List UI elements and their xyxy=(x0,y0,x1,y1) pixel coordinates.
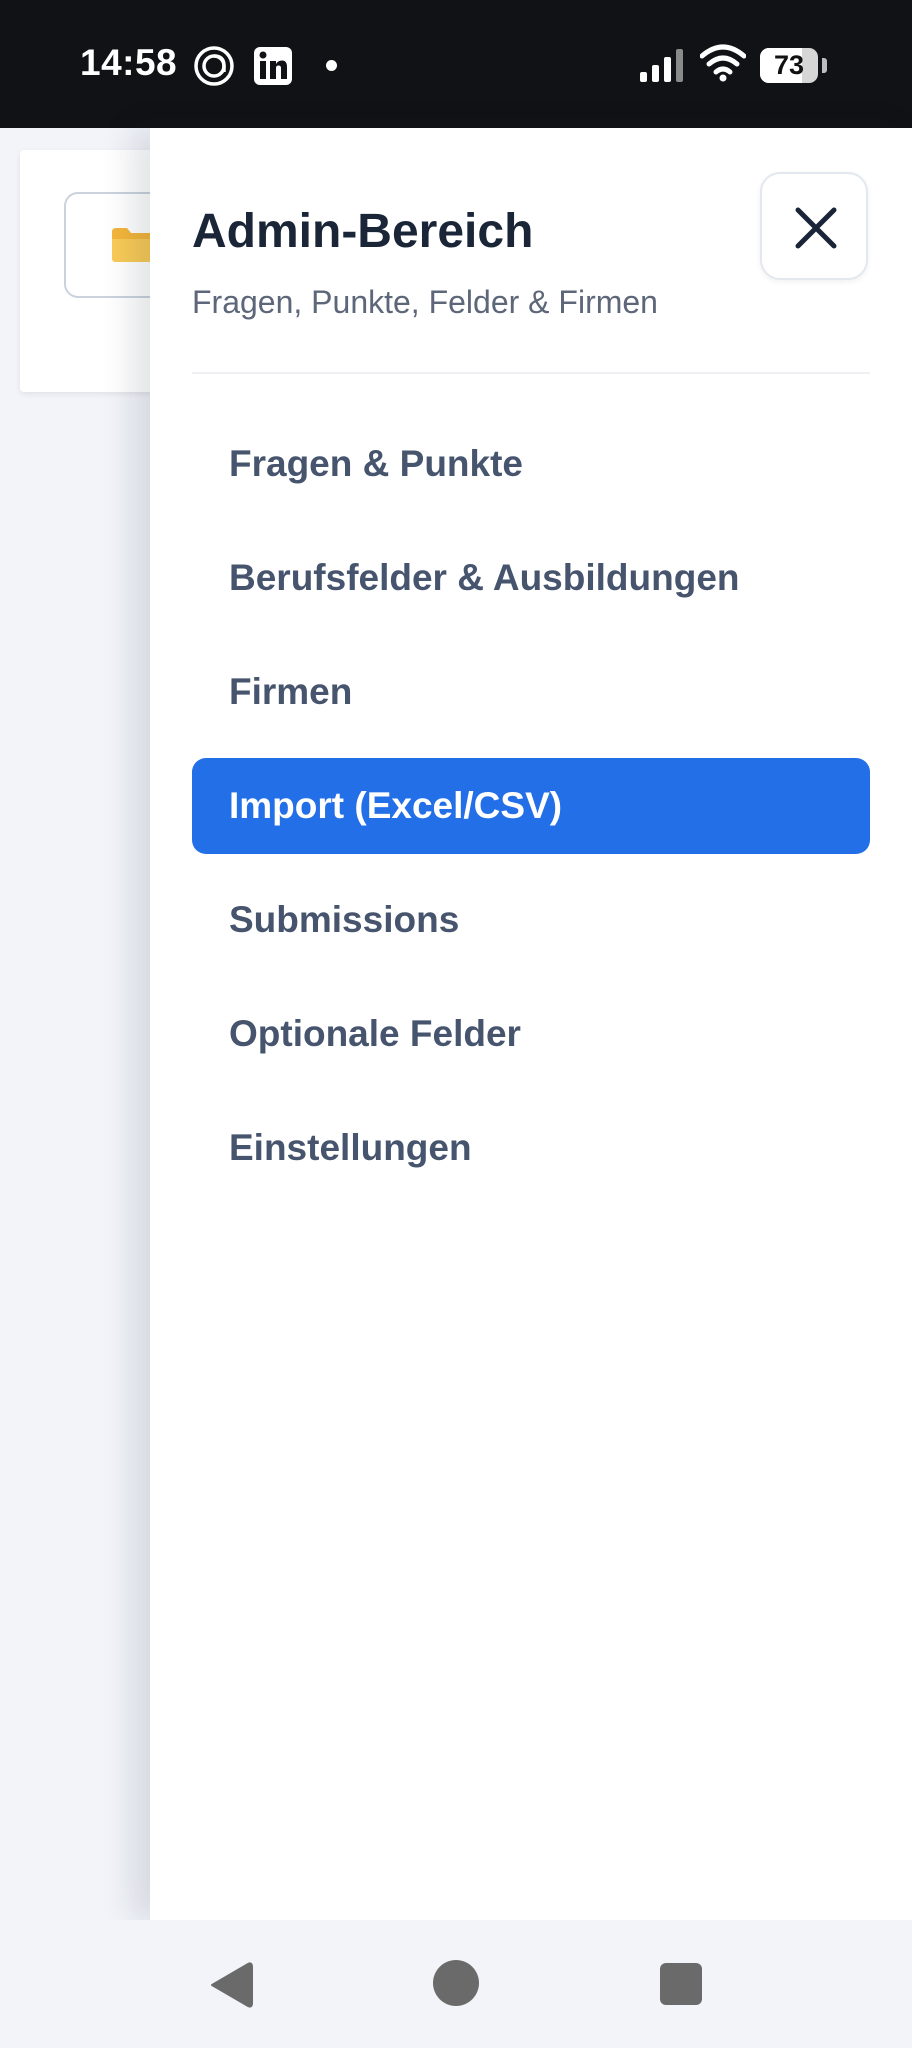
threads-icon xyxy=(194,46,234,86)
nav-item-fragen-punkte[interactable]: Fragen & Punkte xyxy=(192,416,870,512)
linkedin-icon xyxy=(254,47,292,85)
battery-level-text: 73 xyxy=(773,50,805,80)
nav-item-berufsfelder[interactable]: Berufsfelder & Ausbildungen xyxy=(192,530,870,626)
nav-item-label: Optionale Felder xyxy=(229,1013,521,1054)
back-icon[interactable] xyxy=(208,1960,254,2010)
nav-item-import[interactable]: Import (Excel/CSV) xyxy=(192,758,870,854)
battery-icon: 73 xyxy=(760,48,818,83)
nav-item-label: Submissions xyxy=(229,899,460,940)
drawer-title: Admin-Bereich xyxy=(192,205,534,258)
recent-apps-icon[interactable] xyxy=(660,1963,702,2005)
nav-item-submissions[interactable]: Submissions xyxy=(192,872,870,968)
signal-icon xyxy=(640,49,683,82)
drawer-subtitle: Fragen, Punkte, Felder & Firmen xyxy=(192,284,658,320)
wifi-icon xyxy=(700,44,746,82)
nav-item-label: Firmen xyxy=(229,671,353,712)
system-nav-bar xyxy=(0,1920,912,2048)
nav-item-einstellungen[interactable]: Einstellungen xyxy=(192,1100,870,1196)
drawer-divider xyxy=(192,372,870,374)
nav-item-label: Fragen & Punkte xyxy=(229,443,523,484)
home-icon[interactable] xyxy=(433,1960,479,2006)
nav-item-firmen[interactable]: Firmen xyxy=(192,644,870,740)
close-icon xyxy=(795,207,837,249)
status-time: 14:58 xyxy=(80,42,178,83)
notification-dot-icon xyxy=(326,60,337,71)
battery-tip xyxy=(822,58,827,73)
nav-item-optionale-felder[interactable]: Optionale Felder xyxy=(192,986,870,1082)
close-button[interactable] xyxy=(760,172,868,280)
nav-item-label: Import (Excel/CSV) xyxy=(229,785,563,826)
admin-nav: Fragen & Punkte Berufsfelder & Ausbildun… xyxy=(192,416,870,1214)
admin-drawer: Admin-Bereich Fragen, Punkte, Felder & F… xyxy=(150,128,912,1920)
nav-item-label: Einstellungen xyxy=(229,1127,472,1168)
nav-item-label: Berufsfelder & Ausbildungen xyxy=(229,557,740,598)
status-bar: 14:58 73 xyxy=(0,0,912,128)
screen: 14:58 73 Admin-Bereich Fragen, Punkte, F… xyxy=(0,0,912,2048)
